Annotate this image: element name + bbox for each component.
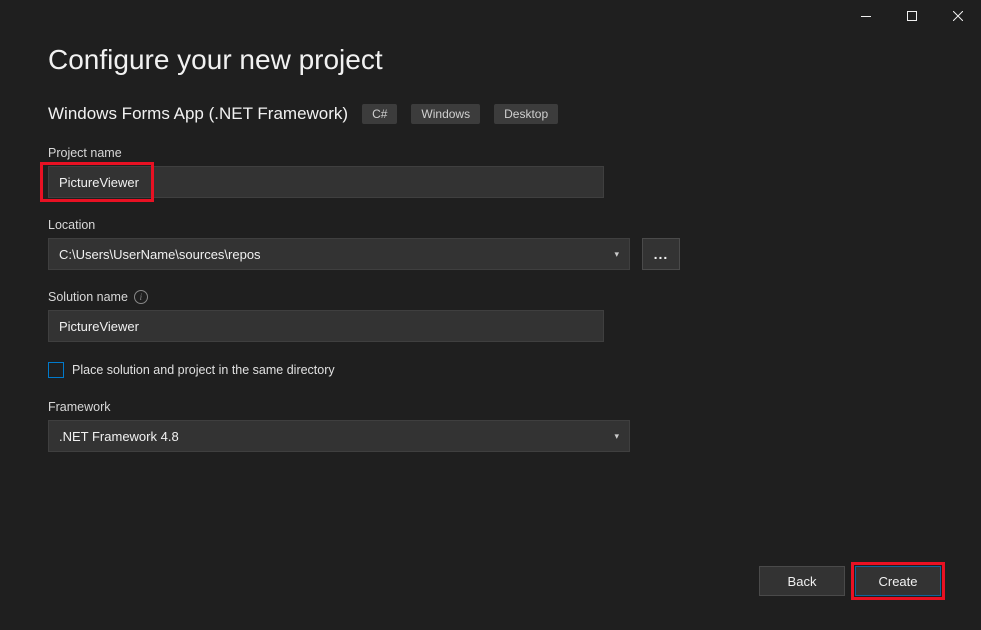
framework-select[interactable]: .NET Framework 4.8 ▾ bbox=[48, 420, 630, 452]
solution-name-label-text: Solution name bbox=[48, 290, 128, 304]
location-field: Location C:\Users\UserName\sources\repos… bbox=[48, 218, 933, 270]
location-select[interactable]: C:\Users\UserName\sources\repos ▾ bbox=[48, 238, 630, 270]
same-directory-label: Place solution and project in the same d… bbox=[72, 363, 335, 377]
location-value: C:\Users\UserName\sources\repos bbox=[59, 247, 261, 262]
tag-platform: Windows bbox=[411, 104, 480, 124]
solution-name-input[interactable] bbox=[48, 310, 604, 342]
page-title: Configure your new project bbox=[48, 44, 933, 76]
project-name-input[interactable] bbox=[48, 166, 604, 198]
chevron-down-icon: ▾ bbox=[614, 249, 619, 260]
project-name-field: Project name bbox=[48, 146, 933, 198]
solution-name-label: Solution name i bbox=[48, 290, 933, 304]
location-label: Location bbox=[48, 218, 933, 232]
project-name-label: Project name bbox=[48, 146, 933, 160]
maximize-button[interactable] bbox=[889, 0, 935, 32]
close-button[interactable] bbox=[935, 0, 981, 32]
back-button[interactable]: Back bbox=[759, 566, 845, 596]
tag-type: Desktop bbox=[494, 104, 558, 124]
footer-buttons: Back Create bbox=[759, 566, 941, 596]
minimize-button[interactable] bbox=[843, 0, 889, 32]
tag-language: C# bbox=[362, 104, 397, 124]
project-template-name: Windows Forms App (.NET Framework) bbox=[48, 104, 348, 124]
browse-button[interactable]: ... bbox=[642, 238, 680, 270]
window-titlebar bbox=[0, 0, 981, 32]
info-icon[interactable]: i bbox=[134, 290, 148, 304]
project-template-row: Windows Forms App (.NET Framework) C# Wi… bbox=[48, 104, 933, 124]
framework-value: .NET Framework 4.8 bbox=[59, 429, 179, 444]
chevron-down-icon: ▾ bbox=[614, 431, 619, 442]
same-directory-checkbox[interactable] bbox=[48, 362, 64, 378]
framework-field: Framework .NET Framework 4.8 ▾ bbox=[48, 400, 933, 452]
create-button[interactable]: Create bbox=[855, 566, 941, 596]
solution-name-field: Solution name i bbox=[48, 290, 933, 342]
framework-label: Framework bbox=[48, 400, 933, 414]
same-directory-row: Place solution and project in the same d… bbox=[48, 362, 933, 378]
